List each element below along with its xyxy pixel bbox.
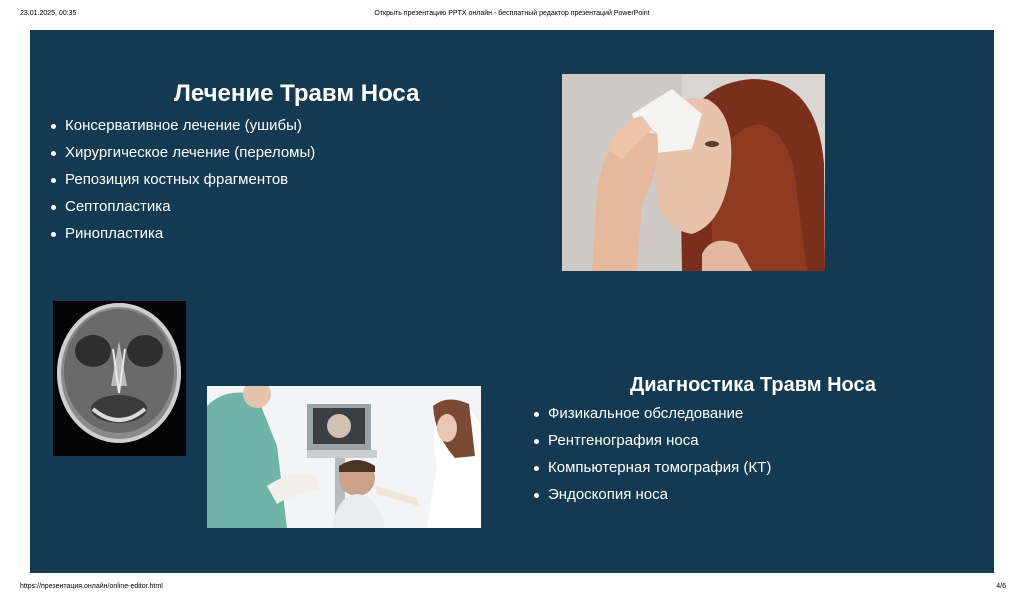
list-item: Физикальное обследование: [530, 404, 771, 431]
print-footer: https://презентация.онлайн/online-editor…: [0, 583, 1024, 595]
diagnostics-list: Физикальное обследование Рентгенография …: [530, 404, 771, 512]
list-item: Компьютерная томография (КТ): [530, 458, 771, 485]
page-number: 4/6: [996, 583, 1006, 590]
print-title: Открыть презентацию PPTX онлайн - беспла…: [374, 10, 650, 17]
diagnostics-title: Диагностика Травм Носа: [630, 374, 876, 396]
list-item: Эндоскопия носа: [530, 485, 771, 512]
print-header: 23.01.2025, 00:35 Открыть презентацию PP…: [0, 10, 1024, 22]
list-item: Ринопластика: [47, 224, 315, 251]
list-item: Рентгенография носа: [530, 431, 771, 458]
list-item: Репозиция костных фрагментов: [47, 170, 315, 197]
list-item: Хирургическое лечение (переломы): [47, 143, 315, 170]
presentation-slide: Лечение Травм Носа Консервативное лечени…: [30, 30, 994, 573]
endoscopic-examination-photo: [207, 386, 481, 528]
print-url: https://презентация.онлайн/online-editor…: [20, 583, 163, 590]
skull-xray-photo: [53, 301, 186, 456]
treatment-list: Консервативное лечение (ушибы) Хирургиче…: [47, 116, 315, 251]
treatment-title: Лечение Травм Носа: [174, 80, 420, 107]
list-item: Септопластика: [47, 197, 315, 224]
list-item: Консервативное лечение (ушибы): [47, 116, 315, 143]
woman-holding-tissue-to-nose-photo: [562, 74, 825, 271]
